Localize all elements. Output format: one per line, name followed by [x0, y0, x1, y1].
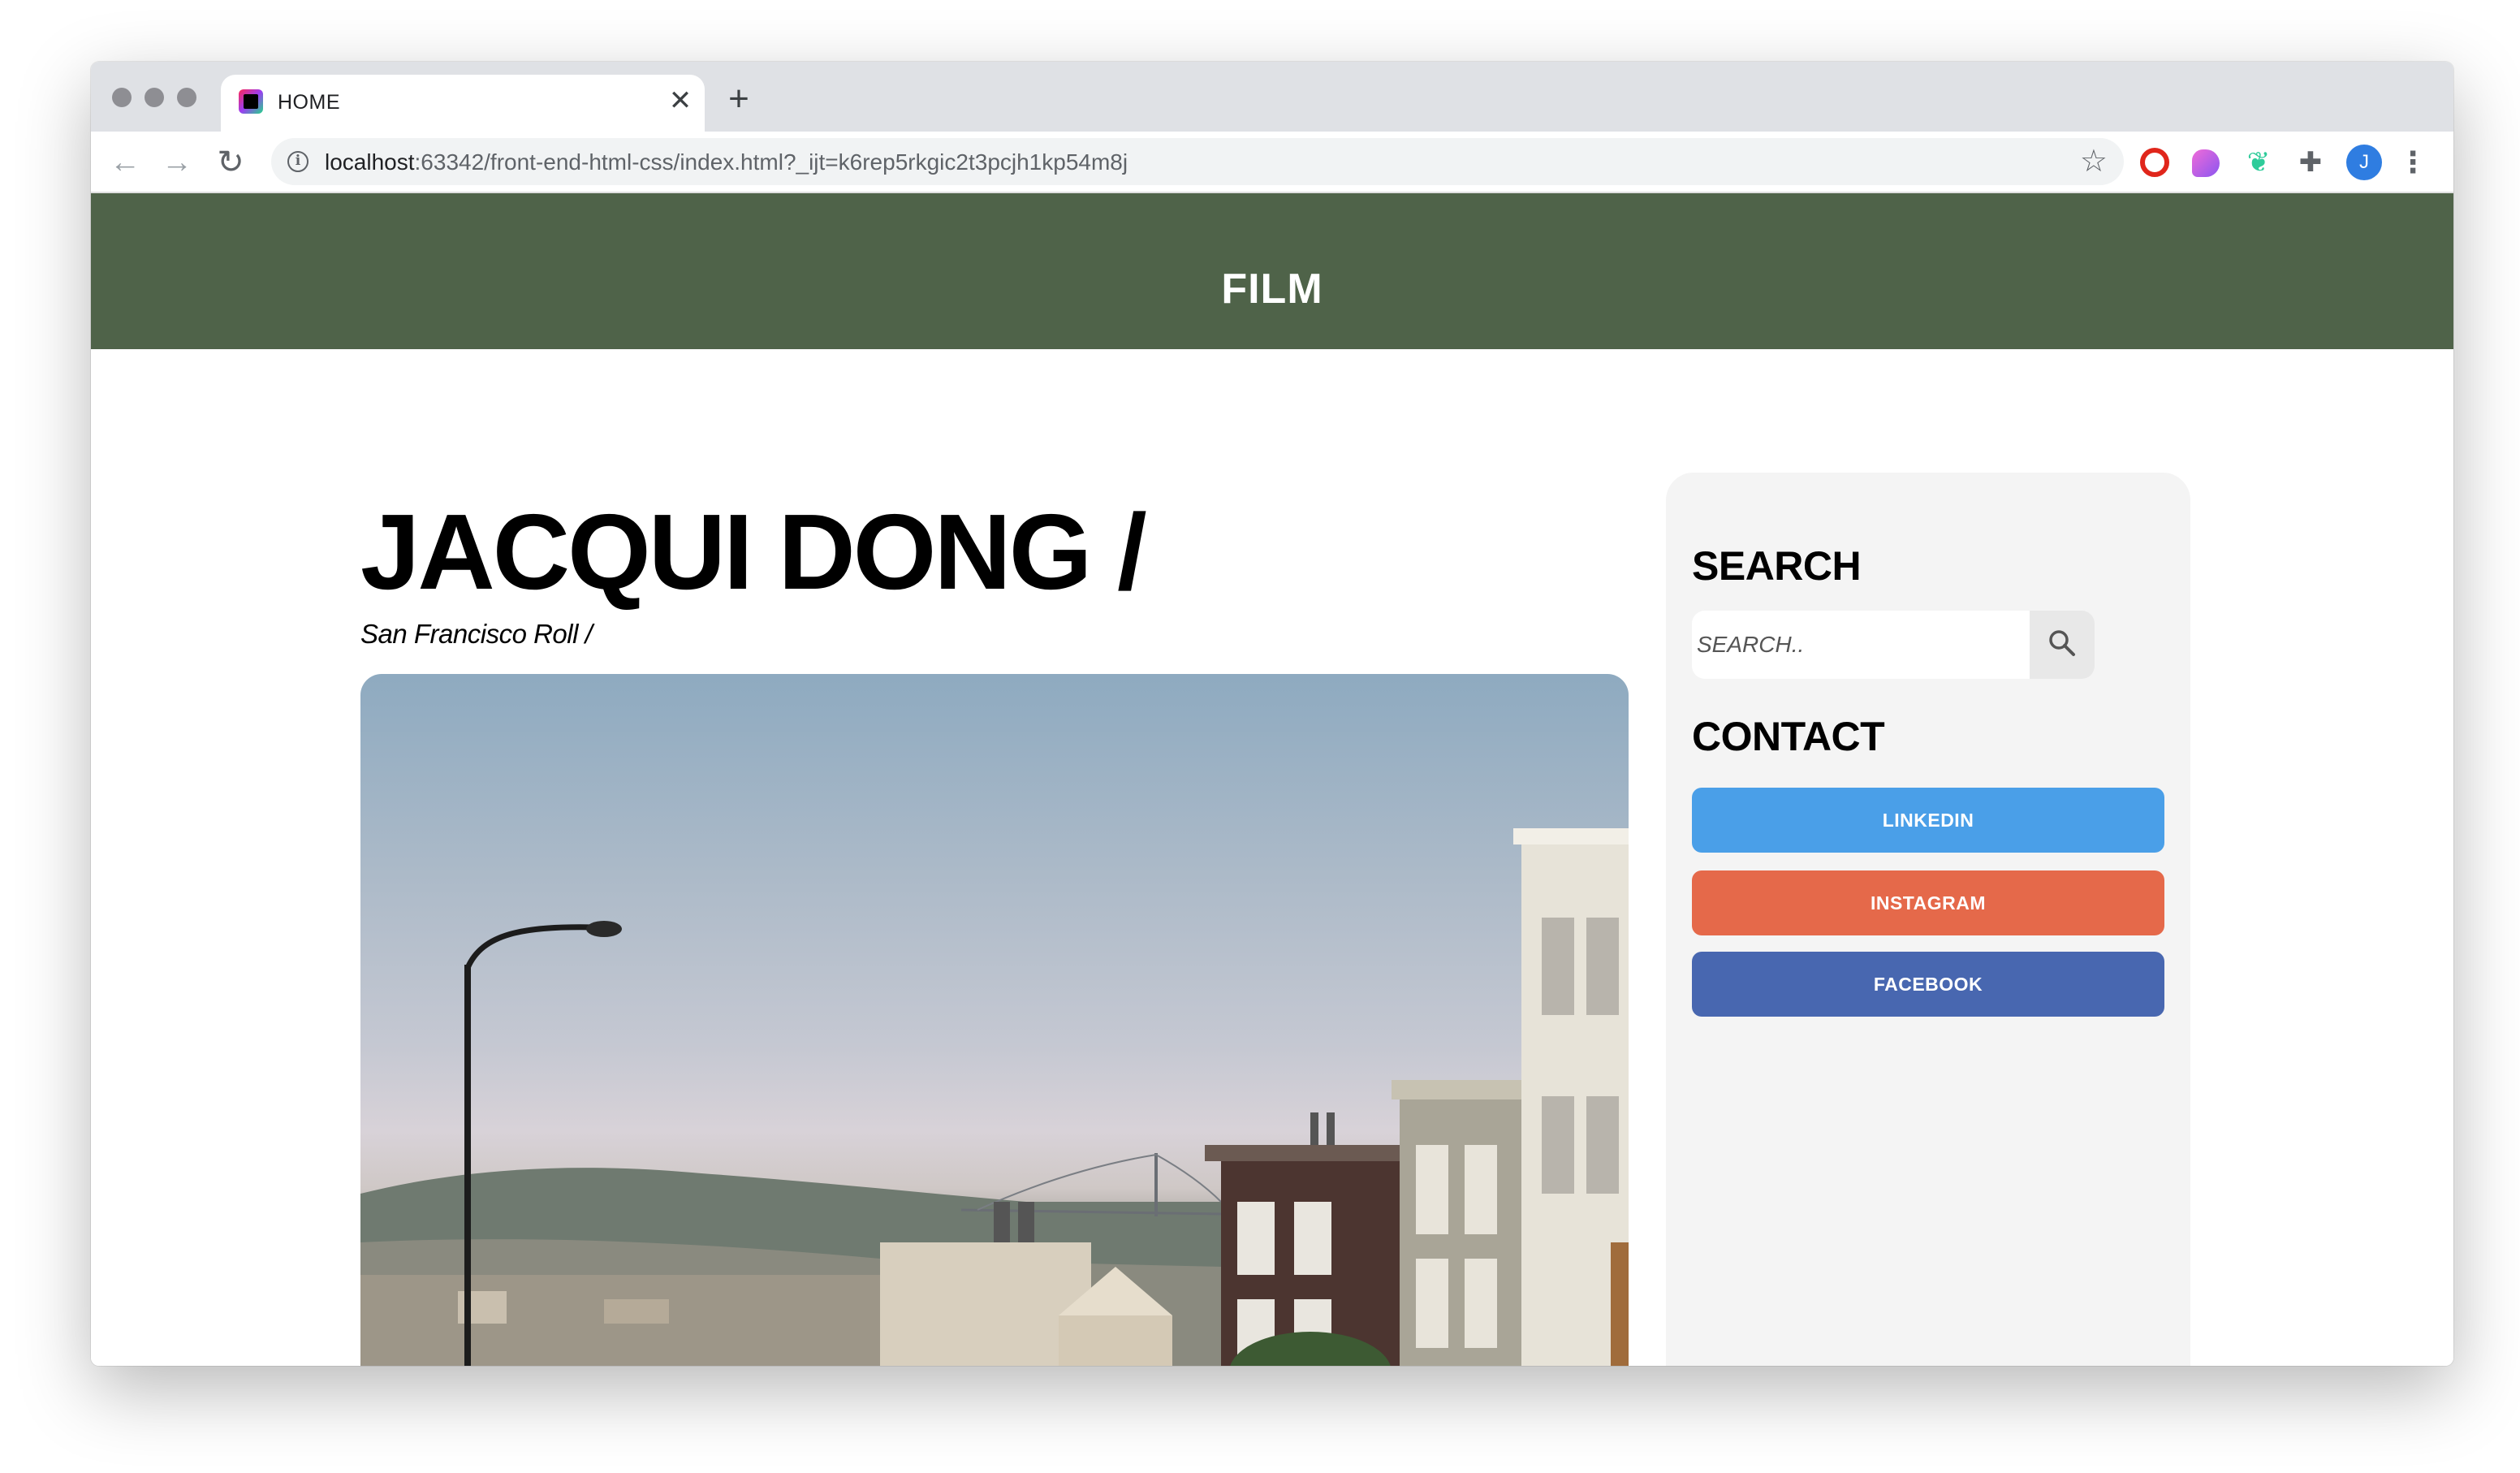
tab-close-icon[interactable]: ✕ — [666, 86, 695, 115]
info-icon[interactable]: i — [287, 151, 309, 172]
minimize-window-button[interactable] — [145, 88, 164, 107]
magnifier-icon — [2049, 630, 2075, 656]
color-extension-icon[interactable] — [2192, 149, 2220, 177]
search-input[interactable] — [1692, 611, 2030, 679]
browser-toolbar: ← → ↻ i localhost:63342/front-end-html-c… — [91, 132, 2453, 193]
reload-icon[interactable]: ↻ — [209, 141, 252, 184]
new-tab-button[interactable]: + — [721, 81, 757, 117]
address-bar[interactable]: i localhost:63342/front-end-html-css/ind… — [271, 138, 2124, 185]
photo-illustration — [360, 828, 1629, 1366]
url-host: localhost — [325, 149, 415, 175]
extensions-puzzle-icon[interactable]: ✚ — [2294, 146, 2327, 179]
intellij-favicon-icon — [239, 89, 263, 114]
tab-home[interactable]: HOME ✕ — [221, 75, 705, 132]
page-viewport: FILM JACQUI DONG / San Francisco Roll / — [91, 193, 2453, 1366]
san-francisco-photo — [360, 674, 1629, 1366]
close-window-button[interactable] — [112, 88, 132, 107]
forward-arrow-icon[interactable]: → — [156, 141, 198, 184]
instagram-button[interactable]: INSTAGRAM — [1692, 870, 2164, 935]
browser-menu-icon[interactable]: ⋮ — [2398, 146, 2427, 179]
contact-heading: CONTACT — [1692, 714, 1885, 759]
sidebar: SEARCH CONTACT LINKEDIN INSTAGRAM FACEBO… — [1666, 473, 2190, 1366]
url-text[interactable]: localhost:63342/front-end-html-css/index… — [325, 149, 1128, 175]
bird-extension-icon[interactable]: ❦ — [2242, 146, 2275, 179]
search-button[interactable] — [2030, 611, 2095, 679]
opera-extension-icon[interactable] — [2140, 148, 2169, 177]
post-title: JACQUI DONG / — [360, 492, 1147, 611]
tab-strip: HOME ✕ + — [91, 62, 2453, 132]
site-title[interactable]: FILM — [91, 265, 2453, 313]
back-arrow-icon[interactable]: ← — [104, 141, 146, 184]
article: JACQUI DONG / San Francisco Roll / — [360, 495, 1629, 650]
bookmark-star-icon[interactable]: ☆ — [2080, 145, 2108, 179]
linkedin-button[interactable]: LINKEDIN — [1692, 788, 2164, 853]
post-subtitle: San Francisco Roll / — [360, 619, 593, 649]
search-heading: SEARCH — [1692, 543, 1862, 589]
browser-window: HOME ✕ + ← → ↻ i localhost:63342/front-e… — [91, 62, 2453, 1366]
maximize-window-button[interactable] — [177, 88, 196, 107]
url-path: :63342/front-end-html-css/index.html?_ij… — [414, 149, 1128, 175]
site-header: FILM — [91, 193, 2453, 349]
tab-title: HOME — [278, 91, 340, 114]
facebook-button[interactable]: FACEBOOK — [1692, 952, 2164, 1017]
profile-avatar[interactable]: J — [2346, 145, 2382, 180]
